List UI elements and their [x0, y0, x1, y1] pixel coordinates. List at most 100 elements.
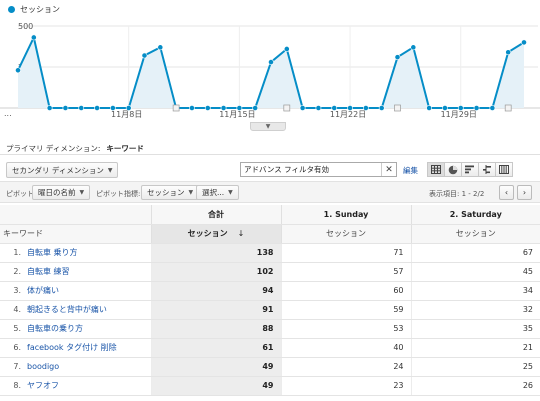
chevron-down-icon: ▼ [228, 189, 233, 196]
total-cell: 61 [150, 338, 281, 358]
data-point [410, 44, 417, 51]
filter-input[interactable] [241, 165, 381, 174]
keyword-link[interactable]: boodigo [24, 357, 151, 377]
row-index: 2. [0, 262, 24, 282]
data-point [30, 34, 37, 41]
saturday-cell: 21 [410, 338, 540, 358]
keyword-link[interactable]: 自転車 練習 [24, 262, 151, 282]
data-point [489, 105, 496, 111]
total-cell: 88 [150, 319, 281, 339]
saturday-cell: 25 [410, 357, 540, 377]
data-point [109, 105, 116, 111]
sessions-chart[interactable]: 50025011月8日11月15日11月22日11月29日... [0, 16, 540, 134]
data-point [394, 54, 401, 61]
sort-down-icon: ↓ [237, 229, 245, 238]
total-cell: 102 [150, 262, 281, 282]
edit-filter-link[interactable]: 編集 [403, 165, 418, 176]
saturday-sessions-header[interactable]: セッション [410, 224, 540, 244]
filter-field[interactable]: ✕ [240, 162, 397, 177]
primary-dimension-label: プライマリ ディメンション: [6, 144, 101, 153]
row-index: 4. [0, 300, 24, 320]
data-point [46, 105, 53, 111]
data-point [362, 105, 369, 111]
table-row: 3. 体が痛い 94 60 34 [0, 281, 540, 301]
sunday-cell: 71 [280, 243, 411, 263]
comparison-view-icon[interactable] [478, 162, 496, 177]
saturday-cell: 32 [410, 300, 540, 320]
sunday-header[interactable]: 1. Sunday [280, 205, 411, 225]
keyword-pivot-table: 合計 1. Sunday 2. Saturday キーワード セッション ↓ セッ… [0, 205, 540, 396]
series-area [18, 37, 524, 108]
total-cell: 49 [150, 357, 281, 377]
data-point [236, 105, 243, 111]
keyword-link[interactable]: facebook タグ付け 削除 [24, 338, 151, 358]
data-point [252, 105, 259, 111]
row-index: 7. [0, 357, 24, 377]
chart-collapse-tab[interactable]: ▼ [250, 122, 286, 131]
sunday-sessions-header[interactable]: セッション [280, 224, 411, 244]
secondary-dimension-dropdown[interactable]: セカンダリ ディメンション ▼ [6, 162, 119, 178]
data-point [125, 105, 132, 111]
keyword-link[interactable]: ヤフオフ [24, 376, 151, 396]
sunday-cell: 40 [280, 338, 411, 358]
data-point [220, 105, 227, 111]
total-cell: 49 [150, 376, 281, 396]
data-point [315, 105, 322, 111]
primary-dimension: プライマリ ディメンション: キーワード [6, 143, 144, 154]
annotation-marker [394, 104, 401, 112]
prev-page-button[interactable]: ‹ [499, 185, 514, 200]
data-point [157, 44, 164, 51]
table-row: 5. 自転車の乗り方 88 53 35 [0, 319, 540, 339]
saturday-header[interactable]: 2. Saturday [410, 205, 540, 225]
header-blank [0, 205, 151, 225]
row-index: 3. [0, 281, 24, 301]
table-view-icon[interactable] [427, 162, 445, 177]
keyword-link[interactable]: 自転車の乗り方 [24, 319, 151, 339]
keyword-link[interactable]: 体が痛い [24, 281, 151, 301]
pivot-metric-label: ピボット指標: [96, 190, 141, 198]
total-cell: 94 [150, 281, 281, 301]
total-cell: 138 [150, 243, 281, 263]
saturday-cell: 45 [410, 262, 540, 282]
keyword-column-header[interactable]: キーワード [0, 224, 151, 244]
secondary-dimension-label: セカンダリ ディメンション [12, 165, 104, 175]
table-header-row: 合計 1. Sunday 2. Saturday [0, 205, 540, 225]
x-tick-label: 11月8日 [111, 110, 142, 119]
pivot-metric-dropdown[interactable]: セッション ▼ [141, 185, 200, 200]
data-point [204, 105, 211, 111]
keyword-link[interactable]: 朝起きると背中が痛い [24, 300, 151, 320]
sunday-cell: 23 [280, 376, 411, 396]
row-index: 5. [0, 319, 24, 339]
data-point [283, 46, 290, 52]
clear-filter-icon[interactable]: ✕ [381, 163, 396, 176]
chevron-right-icon: › [522, 188, 527, 197]
saturday-cell: 35 [410, 319, 540, 339]
data-point [268, 59, 274, 65]
data-point [426, 105, 433, 111]
next-page-button[interactable]: › [517, 185, 532, 200]
data-point [505, 49, 512, 56]
data-point [78, 105, 85, 111]
pivot-select-value: 選択... [202, 188, 225, 197]
sunday-cell: 60 [280, 281, 411, 301]
data-point [521, 39, 527, 46]
total-sessions-header[interactable]: セッション ↓ [150, 224, 281, 244]
data-point [457, 105, 464, 111]
pivot-by-dropdown[interactable]: 曜日の名前 ▼ [32, 185, 91, 200]
saturday-cell: 34 [410, 281, 540, 301]
sunday-cell: 57 [280, 262, 411, 282]
pivot-select-dropdown[interactable]: 選択... ▼ [196, 185, 239, 200]
sunday-cell: 59 [280, 300, 411, 320]
y-tick-label: 500 [18, 22, 33, 31]
data-point [94, 105, 100, 111]
row-index: 6. [0, 338, 24, 358]
performance-view-icon[interactable] [461, 162, 479, 177]
primary-dimension-value[interactable]: キーワード [106, 144, 144, 153]
pie-view-icon[interactable] [444, 162, 462, 177]
chart-legend[interactable]: セッション [8, 3, 60, 15]
pivot-metric-value: セッション [147, 188, 185, 197]
saturday-cell: 26 [410, 376, 540, 396]
keyword-link[interactable]: 自転車 乗り方 [24, 243, 151, 263]
pivot-view-icon[interactable] [495, 162, 513, 177]
rows-label: 表示項目: [429, 190, 460, 198]
